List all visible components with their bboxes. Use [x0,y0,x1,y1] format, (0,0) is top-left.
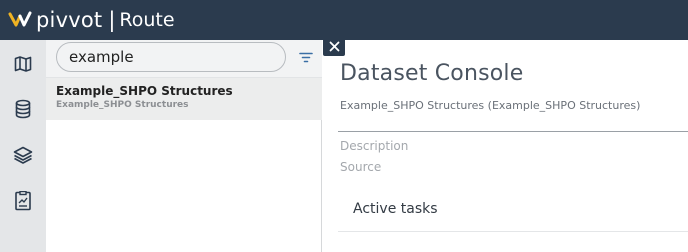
result-title: Example_SHPO Structures [56,84,233,98]
console-title: Dataset Console [340,61,524,86]
active-tasks-label: Active tasks [353,201,438,217]
dataset-console: Dataset Console Example_SHPO Structures … [323,40,688,252]
layers-icon [13,146,33,164]
brand-separator: | [108,7,116,32]
brand-name: pivvot [36,7,103,32]
search-panel: Example_SHPO Structures Example_SHPO Str… [46,40,322,252]
filter-icon [299,52,313,62]
app-logo[interactable]: pivvot | Route [8,7,175,32]
icon-rail [0,40,46,252]
close-icon [329,41,339,51]
source-label: Source [340,160,382,174]
search-input[interactable] [56,42,286,72]
top-bar: pivvot | Route [0,0,688,40]
rail-map-button[interactable] [11,52,35,76]
rail-layers-button[interactable] [11,143,35,167]
map-icon [14,56,32,72]
close-console-button[interactable] [323,36,345,56]
pivvot-logo-icon [8,11,32,27]
result-list-item[interactable]: Example_SHPO Structures Example_SHPO Str… [46,78,322,120]
app-name: Route [119,8,175,31]
description-label: Description [340,139,409,153]
filter-button[interactable] [298,50,314,64]
report-icon [15,191,31,211]
database-icon [15,99,31,119]
tasks-divider [338,231,688,232]
rail-report-button[interactable] [11,189,35,213]
console-dataset-name: Example_SHPO Structures (Example_SHPO St… [340,99,641,112]
rail-database-button[interactable] [11,97,35,121]
result-subtitle: Example_SHPO Structures [56,100,189,110]
search-bar [46,40,322,78]
console-divider [338,131,688,132]
